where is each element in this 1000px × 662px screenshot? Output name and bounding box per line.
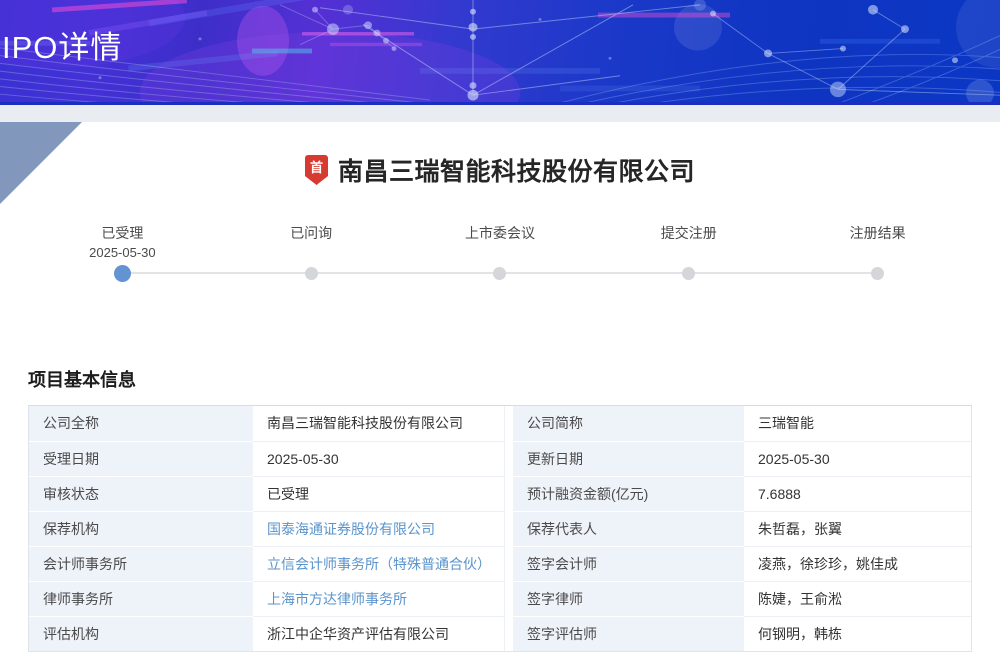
row-value-link[interactable]: 立信会计师事务所（特殊普通合伙） [267, 556, 491, 572]
row-value-left-text: 2025-05-30 [267, 451, 339, 467]
column-gap [505, 511, 513, 546]
row-value-right: 朱哲磊，张翼 [744, 511, 971, 546]
column-gap [505, 616, 513, 651]
row-label-right: 签字会计师 [513, 546, 744, 581]
row-value-left: 立信会计师事务所（特殊普通合伙） [253, 546, 505, 581]
row-label-right: 公司简称 [513, 406, 744, 441]
row-value-left: 国泰海通证券股份有限公司 [253, 511, 505, 546]
step-dot-wrap [871, 263, 884, 283]
row-value-left-text: 浙江中企华资产评估有限公司 [267, 626, 449, 642]
row-value-left: 2025-05-30 [253, 441, 505, 476]
row-value-right: 陈婕，王俞淞 [744, 581, 971, 616]
row-value-right: 7.6888 [744, 476, 971, 511]
step-dot-icon [871, 267, 884, 280]
step-dot-wrap [305, 263, 318, 283]
row-value-right: 何钢明，韩栋 [744, 616, 971, 651]
row-value-right: 三瑞智能 [744, 406, 971, 441]
page-title: IPO详情 [2, 22, 122, 67]
row-value-left-text: 已受理 [267, 486, 309, 502]
step-label: 已问询 [290, 224, 332, 243]
row-label-left: 公司全称 [29, 406, 253, 441]
row-value-left: 浙江中企华资产评估有限公司 [253, 616, 505, 651]
row-label-right: 签字评估师 [513, 616, 744, 651]
row-label-left: 审核状态 [29, 476, 253, 511]
row-value-left: 上海市方达律师事务所 [253, 581, 505, 616]
section-title: 项目基本信息 [28, 366, 972, 392]
progress-step: 已问询 [217, 224, 406, 286]
row-label-left: 评估机构 [29, 616, 253, 651]
step-label: 已受理 [101, 224, 143, 243]
row-value-link[interactable]: 上海市方达律师事务所 [267, 591, 407, 607]
table-row: 公司全称 南昌三瑞智能科技股份有限公司 公司简称 三瑞智能 [29, 406, 971, 441]
first-issue-badge-text: 首 [310, 160, 323, 175]
row-label-right: 预计融资金额(亿元) [513, 476, 744, 511]
page-banner: IPO详情 [0, 0, 1000, 105]
step-dot-icon [493, 267, 506, 280]
step-dot-icon [114, 265, 131, 282]
basic-info-table: 公司全称 南昌三瑞智能科技股份有限公司 公司简称 三瑞智能 受理日期 2025-… [28, 405, 972, 652]
progress-step: 提交注册 [594, 224, 783, 286]
table-row: 保荐机构 国泰海通证券股份有限公司 保荐代表人 朱哲磊，张翼 [29, 511, 971, 546]
company-title-row: 首 南昌三瑞智能科技股份有限公司 [0, 122, 1000, 188]
row-value-left-text: 南昌三瑞智能科技股份有限公司 [267, 415, 463, 431]
column-gap [505, 476, 513, 511]
row-label-left: 受理日期 [29, 441, 253, 476]
row-value-right: 凌燕，徐珍珍，姚佳成 [744, 546, 971, 581]
table-row: 会计师事务所 立信会计师事务所（特殊普通合伙） 签字会计师 凌燕，徐珍珍，姚佳成 [29, 546, 971, 581]
table-row: 审核状态 已受理 预计融资金额(亿元) 7.6888 [29, 476, 971, 511]
row-label-left: 律师事务所 [29, 581, 253, 616]
company-name: 南昌三瑞智能科技股份有限公司 [338, 152, 695, 188]
ipo-detail-card: 创业板 首 南昌三瑞智能科技股份有限公司 已受理 2025-05-30 已问询 … [0, 122, 1000, 662]
first-issue-badge-icon: 首 [305, 155, 328, 185]
column-gap [505, 546, 513, 581]
progress-step: 上市委会议 [406, 224, 595, 286]
table-row: 评估机构 浙江中企华资产评估有限公司 签字评估师 何钢明，韩栋 [29, 616, 971, 651]
row-value-left: 南昌三瑞智能科技股份有限公司 [253, 406, 505, 441]
column-gap [505, 441, 513, 476]
row-label-right: 保荐代表人 [513, 511, 744, 546]
row-label-left: 会计师事务所 [29, 546, 253, 581]
step-dot-icon [682, 267, 695, 280]
step-dot-wrap [493, 263, 506, 283]
column-gap [505, 406, 513, 441]
row-value-right: 2025-05-30 [744, 441, 971, 476]
divider-strip [0, 105, 1000, 122]
step-label: 注册结果 [850, 224, 906, 243]
banner-network-decoration [0, 0, 1000, 102]
column-gap [505, 581, 513, 616]
step-label: 上市委会议 [465, 224, 535, 243]
progress-step: 已受理 2025-05-30 [28, 224, 217, 286]
step-dot-wrap [114, 263, 131, 283]
row-value-left: 已受理 [253, 476, 505, 511]
row-label-right: 签字律师 [513, 581, 744, 616]
step-dot-wrap [682, 263, 695, 283]
row-value-link[interactable]: 国泰海通证券股份有限公司 [267, 521, 435, 537]
step-dot-icon [305, 267, 318, 280]
progress-step: 注册结果 [783, 224, 972, 286]
step-date: 2025-05-30 [89, 243, 156, 262]
board-corner-ribbon: 创业板 [0, 122, 82, 204]
progress-steps: 已受理 2025-05-30 已问询 上市委会议 提交注册 注册结果 [28, 224, 972, 286]
table-row: 受理日期 2025-05-30 更新日期 2025-05-30 [29, 441, 971, 476]
table-row: 律师事务所 上海市方达律师事务所 签字律师 陈婕，王俞淞 [29, 581, 971, 616]
row-label-left: 保荐机构 [29, 511, 253, 546]
row-label-right: 更新日期 [513, 441, 744, 476]
step-label: 提交注册 [661, 224, 717, 243]
